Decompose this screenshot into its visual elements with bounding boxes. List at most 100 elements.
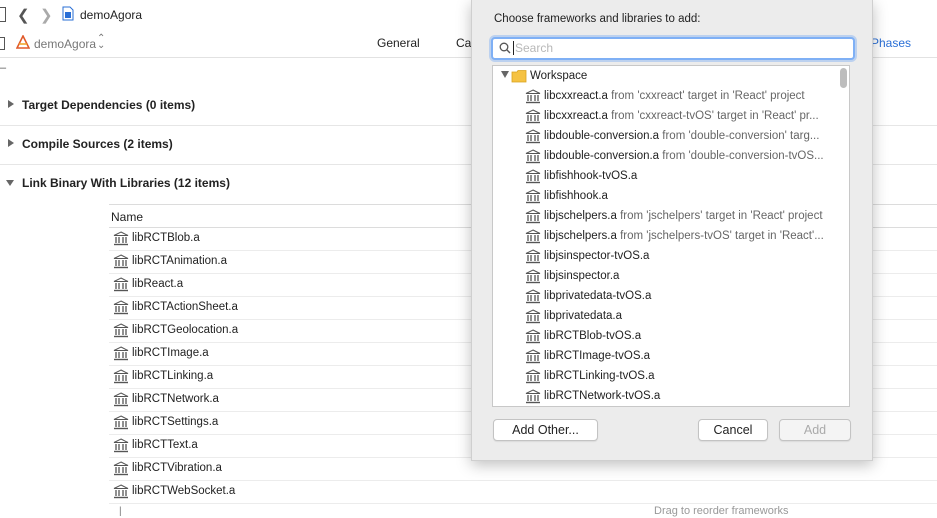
add-phase-button[interactable]: – <box>0 62 6 74</box>
library-icon <box>525 109 541 124</box>
back-arrow-icon[interactable]: ❮ <box>17 6 30 24</box>
library-name: libRCTSettings.a <box>132 416 219 428</box>
column-name-header[interactable]: Name <box>111 210 143 224</box>
list-item[interactable]: libRCTImage-tvOS.a <box>493 347 833 367</box>
library-name: libRCTGeolocation.a <box>132 324 239 336</box>
group-label: Workspace <box>530 70 588 82</box>
library-icon <box>525 129 541 144</box>
target-list-toggle-icon[interactable] <box>0 37 5 50</box>
list-item[interactable]: libjsinspector-tvOS.a <box>493 247 833 267</box>
library-icon <box>113 392 129 407</box>
list-item[interactable]: libRCTLinking-tvOS.a <box>493 367 833 387</box>
item-description: from 'double-conversion' targ... <box>662 130 820 142</box>
item-name: libRCTImage-tvOS.a <box>544 350 651 362</box>
reorder-hint: Drag to reorder frameworks <box>654 505 789 517</box>
breadcrumb-project[interactable]: demoAgora <box>80 8 142 22</box>
phase-title: Target Dependencies (0 items) <box>22 98 196 112</box>
library-icon <box>113 415 129 430</box>
tab-build-phases[interactable]: Phases <box>871 36 911 50</box>
item-name: libdouble-conversion.a <box>544 130 660 142</box>
item-name: libjschelpers.a <box>544 230 617 242</box>
library-name: libRCTNetwork.a <box>132 393 219 405</box>
library-icon <box>525 329 541 344</box>
item-name: libjsinspector.a <box>544 270 620 282</box>
item-name: libRCTBlob-tvOS.a <box>544 330 642 342</box>
library-name: libRCTImage.a <box>132 347 209 359</box>
library-name: libRCTActionSheet.a <box>132 301 238 313</box>
library-name: libRCTBlob.a <box>132 232 200 244</box>
item-name: libRCTNetwork-tvOS.a <box>544 390 661 402</box>
library-name: libReact.a <box>132 278 184 290</box>
item-description: from 'jschelpers-tvOS' target in 'React'… <box>620 230 824 242</box>
folder-icon <box>511 70 527 83</box>
group-workspace[interactable]: Workspace <box>493 67 833 87</box>
list-item[interactable]: libfishhook-tvOS.a <box>493 167 833 187</box>
table-row[interactable]: libRCTVibration.a <box>109 458 937 481</box>
tab-general[interactable]: General <box>377 36 420 50</box>
item-name: libprivatedata.a <box>544 310 622 322</box>
table-row[interactable]: libRCTWebSocket.a <box>109 481 937 504</box>
library-name: libRCTAnimation.a <box>132 255 228 267</box>
cancel-button[interactable]: Cancel <box>698 419 768 441</box>
target-selector[interactable]: demoAgora <box>34 37 96 51</box>
library-icon <box>525 209 541 224</box>
library-icon <box>113 277 129 292</box>
library-icon <box>525 369 541 384</box>
disclosure-down-icon[interactable] <box>501 71 509 78</box>
text-caret <box>513 41 514 55</box>
sidebar-toggle-icon[interactable] <box>0 7 6 22</box>
library-list[interactable]: Workspace libcxxreact.a from 'cxxreact' … <box>492 65 850 407</box>
list-scrollbar[interactable] <box>840 68 847 88</box>
add-button[interactable]: Add <box>779 419 851 441</box>
phase-title: Link Binary With Libraries (12 items) <box>22 176 230 190</box>
library-icon <box>113 369 129 384</box>
list-item[interactable]: libfishhook.a <box>493 187 833 207</box>
library-icon <box>113 484 129 499</box>
list-item[interactable]: libprivatedata.a <box>493 307 833 327</box>
library-icon <box>113 346 129 361</box>
target-app-icon <box>16 35 30 49</box>
item-name: libprivatedata-tvOS.a <box>544 290 652 302</box>
sheet-title: Choose frameworks and libraries to add: <box>494 13 701 25</box>
target-selector-chevron-icon[interactable]: ⌃ ⌄ <box>97 34 105 51</box>
list-item[interactable]: libjsinspector.a <box>493 267 833 287</box>
library-name: libRCTLinking.a <box>132 370 214 382</box>
library-icon <box>113 300 129 315</box>
list-item[interactable]: libcxxreact.a from 'cxxreact' target in … <box>493 87 833 107</box>
search-icon <box>499 42 511 54</box>
library-icon <box>525 149 541 164</box>
add-other-button[interactable]: Add Other... <box>493 419 598 441</box>
item-name: libcxxreact.a <box>544 110 608 122</box>
search-field[interactable]: Search <box>491 37 855 60</box>
library-name: libRCTText.a <box>132 439 198 451</box>
item-description: from 'cxxreact-tvOS' target in 'React' p… <box>611 110 819 122</box>
library-icon <box>525 389 541 404</box>
item-name: libjschelpers.a <box>544 210 617 222</box>
disclosure-down-icon[interactable] <box>6 180 14 186</box>
library-icon <box>113 254 129 269</box>
library-icon <box>113 461 129 476</box>
list-item[interactable]: libjschelpers.a from 'jschelpers-tvOS' t… <box>493 227 833 247</box>
library-icon <box>525 249 541 264</box>
list-item[interactable]: libRCTNetwork-tvOS.a <box>493 387 833 406</box>
list-item[interactable]: libRCTBlob-tvOS.a <box>493 327 833 347</box>
library-icon <box>525 229 541 244</box>
list-item[interactable]: libdouble-conversion.a from 'double-conv… <box>493 147 833 167</box>
search-input[interactable]: Search <box>515 41 553 55</box>
library-icon <box>525 289 541 304</box>
add-frameworks-sheet: Choose frameworks and libraries to add: … <box>471 0 873 461</box>
list-item[interactable]: libdouble-conversion.a from 'double-conv… <box>493 127 833 147</box>
tab-capabilities[interactable]: Ca <box>456 36 471 50</box>
list-item[interactable]: libcxxreact.a from 'cxxreact-tvOS' targe… <box>493 107 833 127</box>
disclosure-right-icon[interactable] <box>8 100 14 108</box>
library-name: libRCTWebSocket.a <box>132 485 236 497</box>
list-item[interactable]: libprivatedata-tvOS.a <box>493 287 833 307</box>
library-name: libRCTVibration.a <box>132 462 222 474</box>
forward-arrow-icon[interactable]: ❯ <box>40 6 53 24</box>
library-icon <box>525 349 541 364</box>
library-icon <box>525 269 541 284</box>
list-item[interactable]: libjschelpers.a from 'jschelpers' target… <box>493 207 833 227</box>
library-icon <box>113 323 129 338</box>
add-library-button[interactable]: | <box>119 506 122 517</box>
disclosure-right-icon[interactable] <box>8 139 14 147</box>
